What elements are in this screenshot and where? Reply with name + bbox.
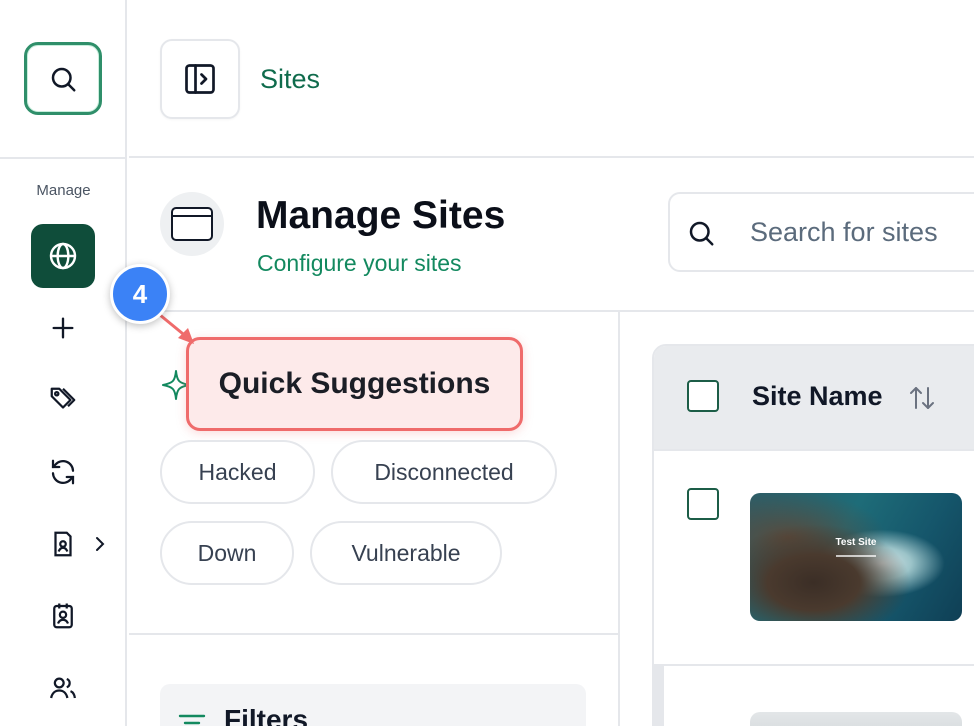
step-badge: 4: [110, 264, 170, 324]
site-thumbnail-title: Test Site: [835, 537, 877, 548]
sidebar-item-sites[interactable]: [31, 224, 95, 288]
sites-table: Site Name Test Site: [652, 344, 974, 726]
row-divider: [654, 664, 974, 666]
chip-hacked[interactable]: Hacked: [160, 440, 315, 504]
filters-panel[interactable]: Filters: [160, 684, 586, 726]
page-subtitle: Configure your sites: [257, 250, 462, 276]
globe-icon: [49, 242, 77, 270]
sidebar-divider: [0, 157, 127, 159]
app-root: Manage Sites Manage Sites Configure your…: [0, 0, 974, 726]
sidebar-search-button[interactable]: [24, 42, 102, 115]
sidebar-item-tags[interactable]: [31, 368, 95, 432]
tags-icon: [50, 387, 76, 409]
quick-suggestions-heading: Quick Suggestions: [186, 337, 523, 431]
thumbnail-divider: [836, 555, 876, 557]
row-left-border: [654, 664, 664, 726]
select-all-checkbox[interactable]: [687, 380, 719, 412]
sidebar-item-sync[interactable]: [31, 440, 95, 504]
top-bar: Sites: [129, 0, 974, 158]
contact-card-icon: [53, 603, 73, 629]
filter-icon: [178, 714, 206, 725]
page-title: Manage Sites: [256, 194, 506, 237]
search-icon: [689, 221, 714, 246]
site-search-input[interactable]: [750, 212, 974, 252]
table-header: Site Name: [654, 346, 974, 451]
sidebar-item-contacts[interactable]: [31, 584, 95, 648]
refresh-icon: [51, 459, 75, 485]
sidebar-toggle-icon: [185, 64, 215, 94]
page-icon: [160, 192, 224, 256]
filters-heading: Filters: [224, 704, 309, 726]
site-thumbnail[interactable]: Test Site: [750, 493, 962, 621]
sidebar-item-reports-chevron-icon[interactable]: [90, 532, 110, 556]
column-divider: [618, 312, 620, 726]
site-thumbnail-next[interactable]: [750, 712, 962, 726]
plus-icon: [52, 317, 74, 339]
sidebar-item-add[interactable]: [31, 296, 95, 360]
sidebar-item-reports[interactable]: [31, 512, 95, 576]
sort-icon[interactable]: [907, 384, 937, 412]
chevron-right-icon: [96, 537, 105, 551]
column-header-site-name[interactable]: Site Name: [752, 381, 883, 412]
search-icon: [51, 67, 76, 91]
users-icon: [50, 677, 76, 699]
breadcrumb[interactable]: Sites: [260, 64, 320, 95]
row-checkbox[interactable]: [687, 488, 719, 520]
sidebar-section-label: Manage: [36, 182, 91, 199]
site-search-field[interactable]: [668, 192, 974, 272]
sidebar: Manage: [0, 0, 127, 726]
toggle-sidebar-button[interactable]: [160, 39, 240, 119]
chip-disconnected[interactable]: Disconnected: [331, 440, 557, 504]
sidebar-item-users[interactable]: [31, 656, 95, 720]
header-divider: [129, 310, 974, 312]
browser-window-icon: [171, 207, 213, 241]
report-icon: [54, 531, 72, 557]
chip-vulnerable[interactable]: Vulnerable: [310, 521, 502, 585]
chip-down[interactable]: Down: [160, 521, 294, 585]
suggestions-divider: [129, 633, 619, 635]
